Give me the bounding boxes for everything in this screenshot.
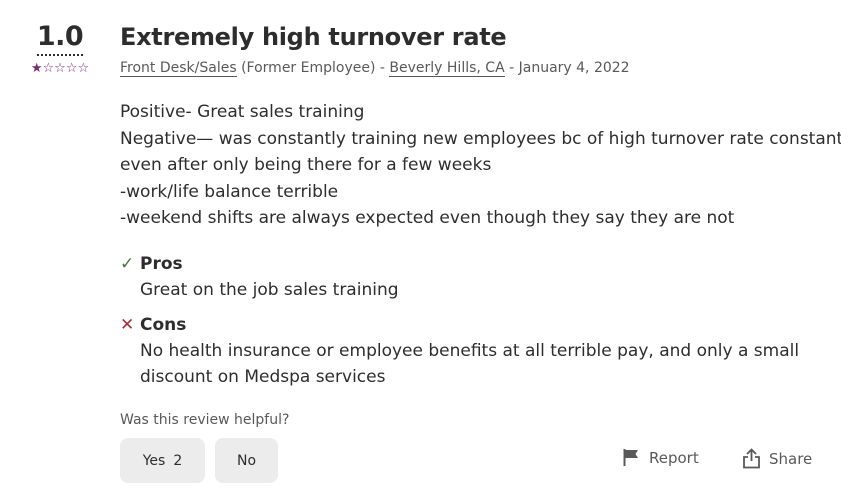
report-label: Report (649, 448, 699, 467)
flag-icon (623, 449, 638, 466)
no-label: No (236, 452, 257, 469)
check-icon: ✓ (120, 253, 135, 274)
pros-label: Pros (140, 253, 183, 274)
cons-label: Cons (140, 314, 187, 335)
rating-column: 1.0 ★☆☆☆☆ (20, 20, 100, 76)
location-link[interactable]: Beverly Hills, CA (389, 60, 505, 77)
review-main: Extremely high turnover rate Front Desk/… (120, 20, 841, 390)
helpful-question: Was this review helpful? (120, 412, 290, 428)
review-body-line: Negative— was constantly training new em… (120, 128, 841, 149)
pros-text: Great on the job sales training (140, 279, 399, 300)
star-filled-icon: ★ (30, 61, 43, 76)
yes-label: Yes (142, 452, 166, 469)
star-empty-icon: ☆ (42, 61, 55, 76)
share-icon (743, 448, 760, 469)
review-body-line: even after only being there for a few we… (120, 155, 492, 175)
cons-text-line: No health insurance or employee benefits… (140, 340, 800, 361)
meta-separator: - (375, 60, 390, 76)
job-title-link[interactable]: Front Desk/Sales (120, 60, 237, 77)
cons-text: No health insurance or employee benefits… (140, 338, 832, 390)
rating-value: 1.0 (36, 20, 84, 56)
helpful-yes-button[interactable]: Yes 2 (120, 438, 205, 483)
x-icon: ✕ (120, 314, 135, 335)
share-label: Share (769, 449, 813, 468)
review-body-line: -work/life balance terrible (120, 181, 339, 202)
review-date: January 4, 2022 (518, 60, 630, 76)
employment-status: (Former Employee) (241, 60, 376, 76)
helpful-no-button[interactable]: No (215, 438, 278, 483)
review-title: Extremely high turnover rate (120, 23, 507, 51)
share-button[interactable]: Share (742, 448, 812, 469)
review-body: Positive- Great sales training Negative—… (120, 99, 841, 232)
cons-section: ✕ Cons No health insurance or employee b… (120, 313, 832, 390)
review-body-line: -weekend shifts are always expected even… (120, 208, 735, 228)
star-empty-icon: ☆ (54, 61, 66, 76)
review-body-line: Positive- Great sales training (120, 102, 365, 122)
review-meta: Front Desk/Sales (Former Employee) - Bev… (120, 59, 832, 77)
yes-count: 2 (173, 452, 183, 469)
meta-separator: - (504, 60, 519, 76)
report-button[interactable]: Report (622, 448, 699, 467)
star-empty-icon: ☆ (77, 61, 90, 76)
cons-text-line: discount on Medspa services (140, 366, 386, 387)
star-rating: ★☆☆☆☆ (20, 61, 100, 76)
pros-section: ✓ Pros Great on the job sales training (120, 252, 832, 303)
star-empty-icon: ☆ (65, 61, 78, 76)
